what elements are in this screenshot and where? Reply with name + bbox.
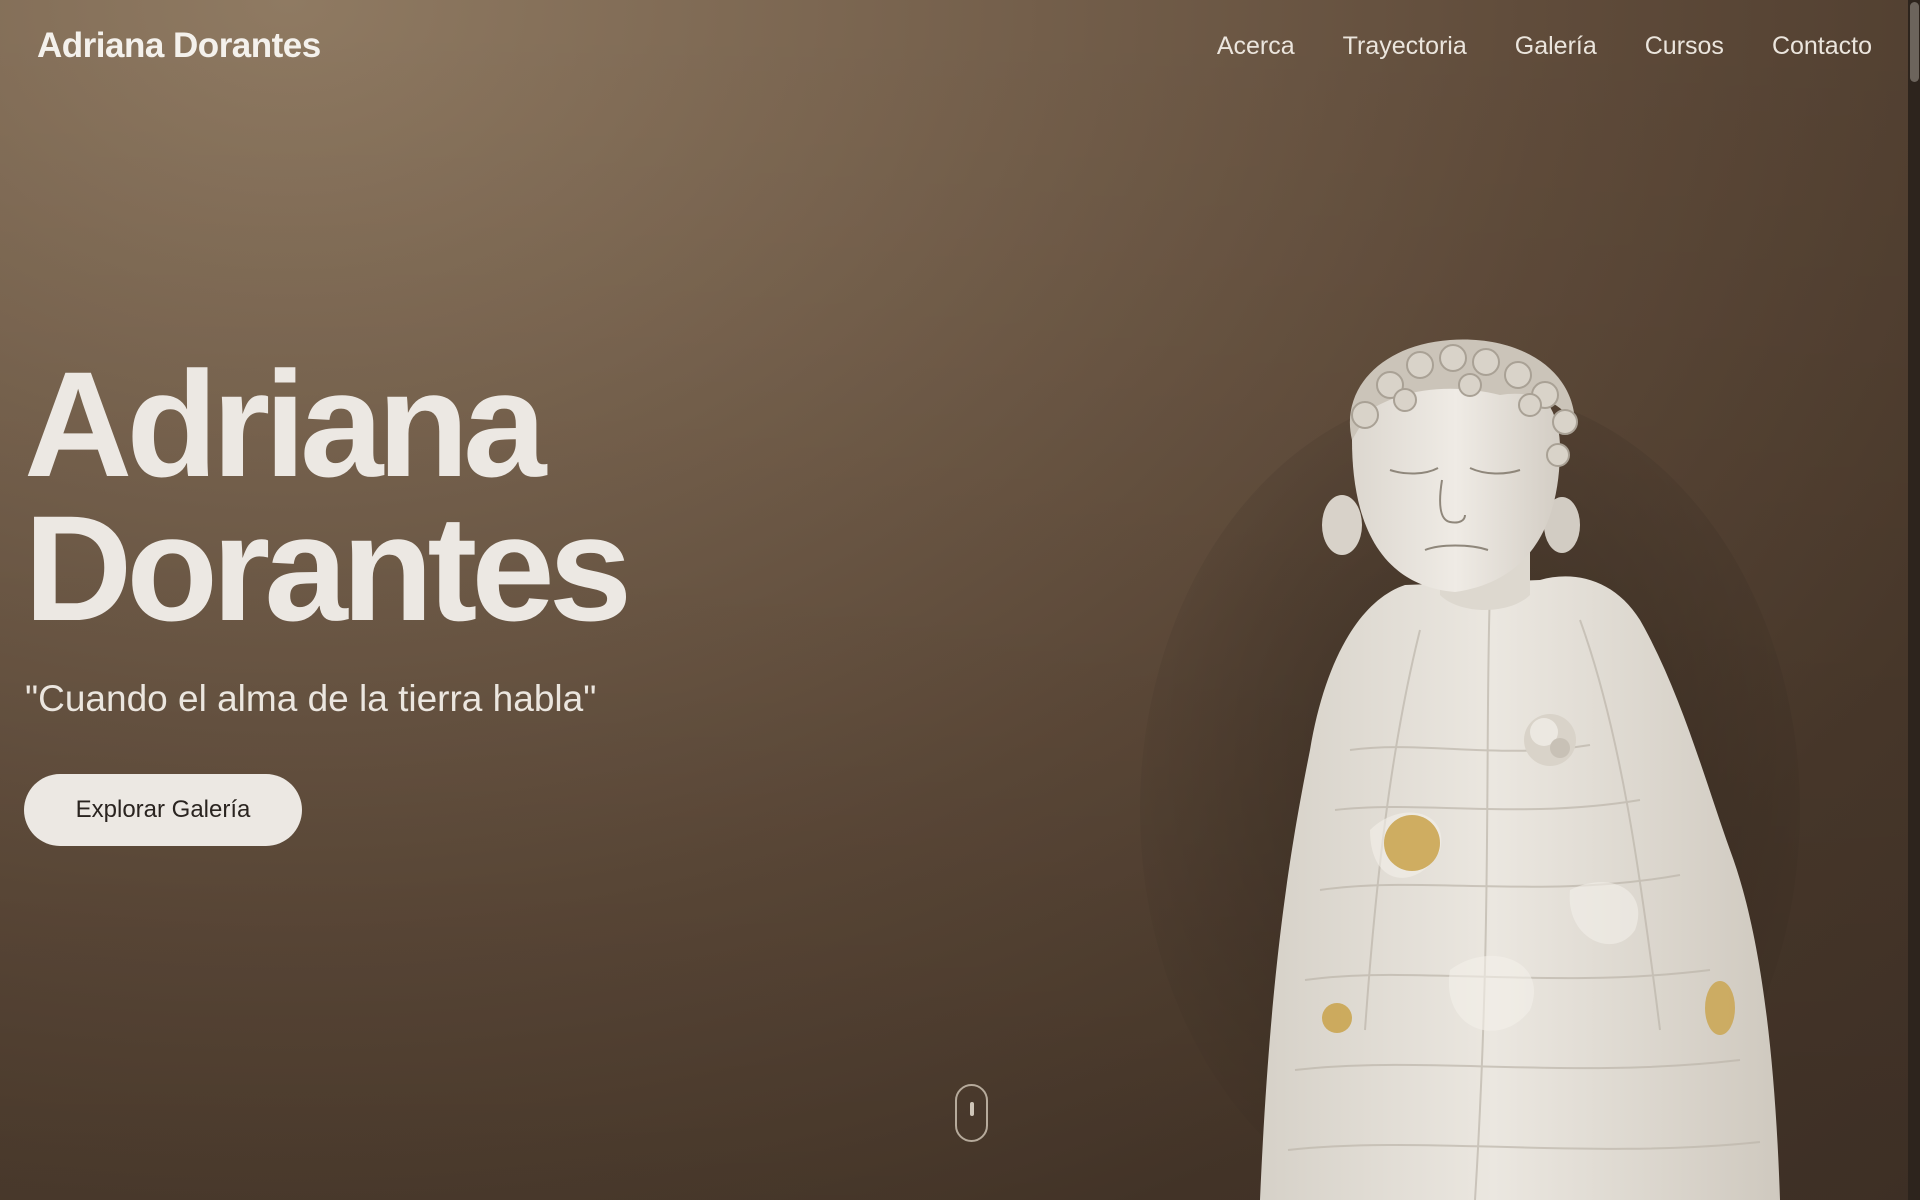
gold-spot-3 — [1705, 981, 1735, 1035]
nav-link-contacto[interactable]: Contacto — [1772, 32, 1872, 61]
nav-link-trayectoria[interactable]: Trayectoria — [1343, 32, 1467, 61]
nav-link-galeria[interactable]: Galería — [1515, 32, 1597, 61]
hero-title: Adriana Dorantes — [24, 340, 632, 652]
explore-gallery-button[interactable]: Explorar Galería — [24, 774, 302, 846]
scrollbar-thumb[interactable] — [1910, 2, 1919, 82]
left-ear — [1322, 495, 1362, 555]
gold-spot-2 — [1322, 1003, 1352, 1033]
mouse-scroll-icon[interactable] — [955, 1084, 988, 1142]
ceramic-sculpture-image — [1140, 339, 1800, 1200]
page: Adriana Dorantes Acerca Trayectoria Gale… — [0, 0, 1920, 1200]
brand-logo-text[interactable]: Adriana Dorantes — [37, 26, 321, 66]
nav-link-acerca[interactable]: Acerca — [1217, 32, 1295, 61]
hero-title-line-1: Adriana — [24, 340, 546, 508]
main-nav: Acerca Trayectoria Galería Cursos Contac… — [1217, 32, 1872, 61]
site-header: Adriana Dorantes Acerca Trayectoria Gale… — [0, 0, 1920, 96]
hero-tagline: "Cuando el alma de la tierra habla" — [25, 678, 597, 719]
page-scrollbar[interactable] — [1908, 0, 1920, 1200]
nav-link-cursos[interactable]: Cursos — [1645, 32, 1724, 61]
gold-spot-1 — [1384, 815, 1440, 871]
rose-ornament — [1524, 714, 1576, 766]
hero-title-line-2: Dorantes — [24, 484, 632, 652]
scroll-wheel — [970, 1102, 974, 1116]
